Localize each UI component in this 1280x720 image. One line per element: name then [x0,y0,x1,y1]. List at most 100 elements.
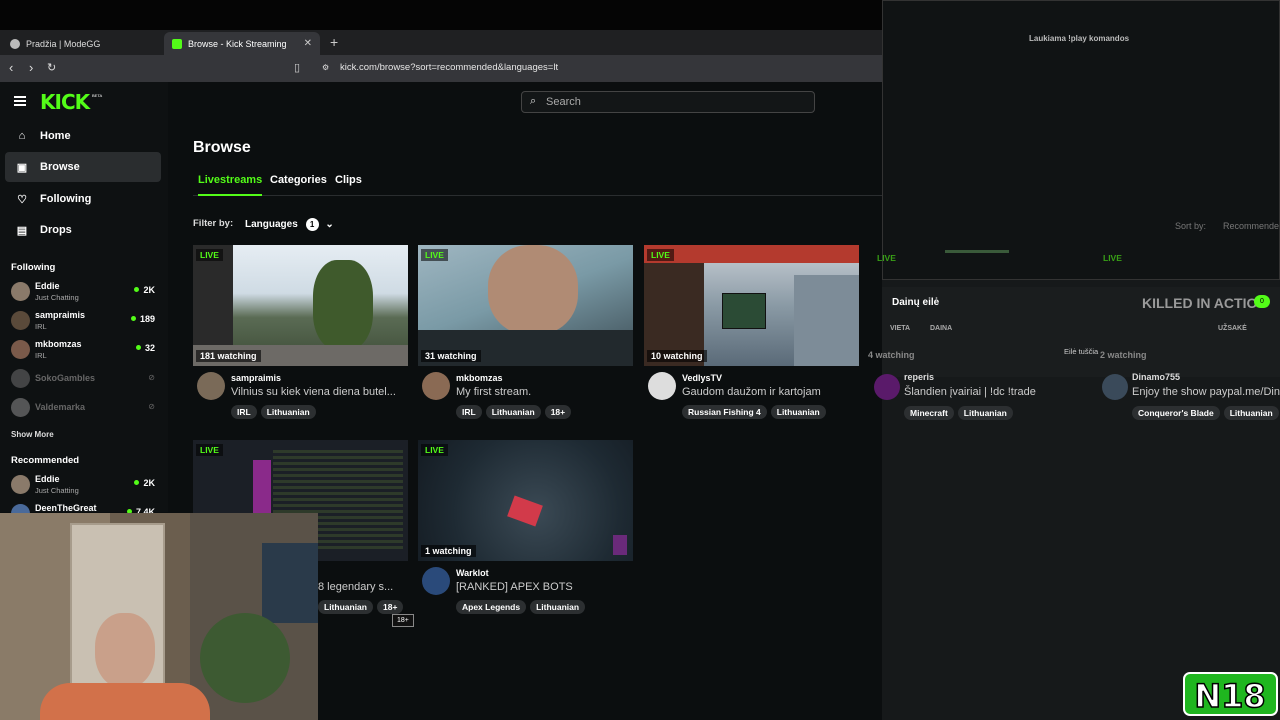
nav-home[interactable]: ⌂ Home [5,121,161,151]
avatar [11,340,30,359]
channel-name[interactable]: reperis [904,372,934,382]
tag[interactable]: Minecraft [904,406,954,420]
stream-card[interactable]: LIVE 31 watching mkbomzas My first strea… [418,245,633,425]
channel-name[interactable]: Dinamo755 [1132,372,1180,382]
nav-drops[interactable]: ▤ Drops [5,215,161,245]
avatar[interactable] [874,374,900,400]
tab-clips[interactable]: Clips [335,174,362,196]
back-icon[interactable]: ‹ [9,60,13,75]
show-more-button[interactable]: Show More [11,430,54,439]
avatar[interactable] [422,567,450,595]
tag[interactable]: 18+ [376,600,404,614]
stream-title[interactable]: My first stream. [456,386,633,398]
stream-thumbnail[interactable]: LIVE 31 watching [418,245,633,366]
avatar[interactable] [422,372,450,400]
sort-value[interactable]: Recommende [1223,221,1279,231]
forward-icon[interactable]: › [29,60,33,75]
tag[interactable]: Conqueror's Blade [1132,406,1220,420]
nav-browse[interactable]: ▣ Browse [5,152,161,182]
avatar [11,282,30,301]
stream-title[interactable]: Enjoy the show paypal.me/Din [1132,386,1280,398]
nav-following[interactable]: ♡ Following [5,184,161,214]
stream-thumbnail[interactable]: LIVE 181 watching [193,245,408,366]
overlay-top-panel: Laukiama !play komandos Sort by: Recomme… [877,0,1280,280]
tag[interactable]: IRL [231,405,257,419]
sidebar-channel-sokogambles[interactable]: SokoGambles ⊘ [11,366,157,392]
tag[interactable]: Russian Fishing 4 [682,405,767,419]
tag[interactable]: Apex Legends [456,600,527,614]
channel-name[interactable]: VedlysTV [682,373,722,383]
tag[interactable]: Lithuanian [1223,406,1279,420]
stream-title[interactable]: 8 legendary s... [318,581,408,593]
channel-category: Just Chatting [35,293,79,302]
stream-overlay-panel: Laukiama !play komandos Sort by: Recomme… [868,0,1280,720]
tag[interactable]: Lithuanian [260,405,316,419]
languages-filter-button[interactable]: Languages 1 ⌄ [245,218,334,231]
tab-livestreams[interactable]: Livestreams [198,174,263,196]
search-input[interactable]: ⌕ Search [521,91,815,113]
bookmark-icon[interactable]: ▯ [294,61,300,74]
song-queue-panel: Dainų eilė KILLED IN ACTIO 0 VIETA DAINA… [882,287,1280,377]
sidebar-recommended-eddie[interactable]: Eddie Just Chatting 2K [11,472,157,498]
languages-count-badge: 1 [305,218,319,231]
menu-icon[interactable] [14,96,26,106]
live-badge: LIVE [421,249,448,261]
age-tooltip: 18+ [392,614,414,627]
tab-categories[interactable]: Categories [270,174,327,196]
channel-category: IRL [35,351,47,360]
sidebar-channel-sampraimis[interactable]: sampraimis IRL 189 [11,308,157,334]
page-title: Browse [193,139,251,156]
kick-logo[interactable]: KICK [40,90,90,114]
reload-icon[interactable]: ↻ [47,61,56,74]
nav-label: Browse [40,161,80,173]
stream-thumbnail[interactable]: LIVE 10 watching [644,245,859,366]
sidebar-channel-eddie[interactable]: Eddie Just Chatting 2K [11,279,157,305]
channel-name: mkbomzas [35,339,82,349]
tag-list: Russian Fishing 4 Lithuanian [682,405,826,419]
avatar [11,369,30,388]
new-tab-button[interactable]: + [330,30,338,55]
stream-card[interactable]: Dinamo755 Enjoy the show paypal.me/Din C… [1102,372,1280,422]
tag[interactable]: Lithuanian [770,405,826,419]
browser-tab-modegg[interactable]: Pradžia | ModeGG [2,32,162,55]
site-info-icon[interactable]: ⚙ [322,63,329,72]
sidebar-channel-mkbomzas[interactable]: mkbomzas IRL 32 [11,337,157,363]
stream-title[interactable]: Šlandien įvairiai | !dc !trade [904,386,1036,398]
channel-name[interactable]: Warklot [456,568,489,578]
stream-thumbnail[interactable]: LIVE 1 watching [418,440,633,561]
live-badge: LIVE [1103,253,1122,263]
stream-card[interactable]: LIVE 1 watching Warklot [RANKED] APEX BO… [418,440,633,620]
offline-icon: ⊘ [148,402,155,411]
tag[interactable]: IRL [456,405,482,419]
drops-icon: ▤ [16,224,28,237]
browser-tab-kick[interactable]: Browse - Kick Streaming ✕ [164,32,320,55]
stream-card[interactable]: LIVE 181 watching sampraimis Vilnius su … [193,245,408,425]
queue-title: Dainų eilė [892,297,940,308]
avatar[interactable] [1102,374,1128,400]
avatar [11,475,30,494]
chevron-down-icon: ⌄ [325,219,334,230]
channel-name[interactable]: sampraimis [231,373,281,383]
channel-category: IRL [35,322,47,331]
search-icon: ⌕ [530,95,537,107]
url-field[interactable]: kick.com/browse?sort=recommended&languag… [340,62,558,73]
channel-name[interactable]: mkbomzas [456,373,503,383]
stream-title[interactable]: Gaudom daužom ir kartojam [682,386,859,398]
viewer-count: 1 watching [421,545,476,557]
viewer-count: 189 [131,314,155,324]
tab-label: Browse - Kick Streaming [188,38,287,49]
tag[interactable]: Lithuanian [530,600,586,614]
stream-title[interactable]: Vilnius su kiek viena diena butel... [231,386,408,398]
tag[interactable]: 18+ [544,405,572,419]
tag[interactable]: Lithuanian [485,405,541,419]
avatar[interactable] [648,372,676,400]
channel-category: Just Chatting [35,486,79,495]
stream-card[interactable]: reperis Šlandien įvairiai | !dc !trade M… [874,372,1074,422]
close-tab-icon[interactable]: ✕ [304,38,312,49]
avatar[interactable] [197,372,225,400]
sidebar-channel-valdemarka[interactable]: Valdemarka ⊘ [11,395,157,421]
tag[interactable]: Lithuanian [318,600,373,614]
tag[interactable]: Lithuanian [957,406,1013,420]
stream-card[interactable]: LIVE 10 watching VedlysTV Gaudom daužom … [644,245,859,425]
stream-title[interactable]: [RANKED] APEX BOTS [456,581,633,593]
